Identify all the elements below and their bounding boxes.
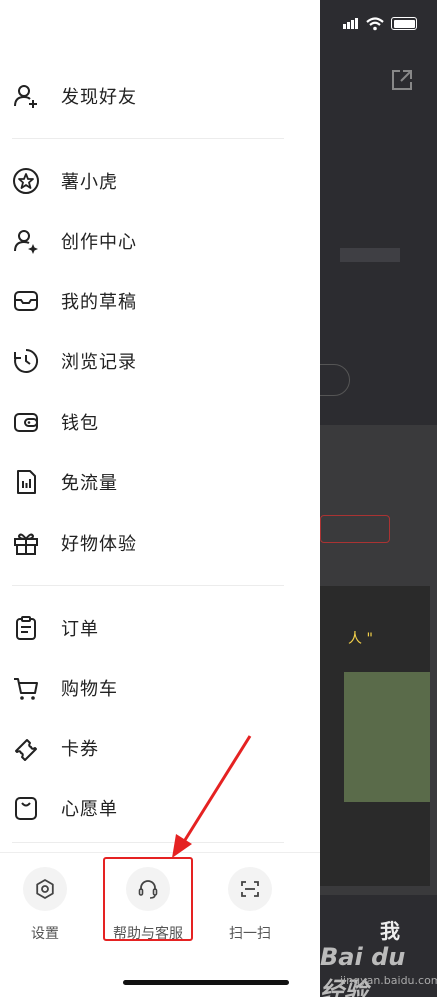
tab-me[interactable]: 我 [380, 915, 400, 944]
cart-icon [12, 674, 40, 702]
photo-image [344, 672, 430, 802]
add-friend-icon [12, 82, 40, 110]
menu-item-browsing-history[interactable]: 浏览记录 [0, 333, 320, 389]
menu-item-product-trial[interactable]: 好物体验 [0, 515, 320, 571]
menu-item-orders[interactable]: 订单 [0, 600, 320, 656]
wallet-icon [12, 408, 40, 436]
watermark-url: jingyan.baidu.com [340, 974, 437, 987]
menu-item-shopping-cart[interactable]: 购物车 [0, 660, 320, 716]
creator-icon [12, 227, 40, 255]
home-indicator [123, 980, 289, 985]
menu-item-shuxiaohu[interactable]: 薯小虎 [0, 153, 320, 209]
star-icon [12, 167, 40, 195]
feed-photo: 人 " [320, 586, 430, 886]
draft-box-icon [12, 287, 40, 315]
watermark-logo: Bai du 经验 [320, 943, 406, 997]
wifi-icon [366, 16, 384, 30]
scan-icon-circle [228, 867, 272, 911]
menu-item-creator-center[interactable]: 创作中心 [0, 213, 320, 269]
menu-item-label: 好物体验 [61, 534, 137, 555]
menu-item-label: 心愿单 [61, 799, 118, 820]
menu-item-my-drafts[interactable]: 我的草稿 [0, 273, 320, 329]
menu-item-discover-friends[interactable]: 发现好友 [0, 68, 320, 124]
menu-item-label: 免流量 [61, 473, 118, 494]
wishlist-bag-icon [12, 794, 40, 822]
blurred-button [320, 515, 390, 543]
signal-icon [343, 14, 359, 33]
annotation-arrow [172, 735, 252, 858]
battery-icon [391, 17, 417, 30]
menu-item-label: 订单 [61, 619, 99, 640]
menu-item-label: 薯小虎 [61, 172, 118, 193]
gear-icon [36, 879, 54, 899]
scan-button[interactable]: 扫一扫 [205, 867, 295, 943]
clipboard-icon [12, 614, 40, 642]
data-free-icon [12, 468, 40, 496]
annotation-highlight-box [103, 857, 193, 941]
divider [12, 138, 284, 139]
scan-icon [241, 881, 259, 897]
divider [12, 585, 284, 586]
photo-caption: 人 " [348, 631, 373, 647]
menu-item-label: 卡券 [61, 739, 99, 760]
gift-icon [12, 529, 40, 557]
history-clock-icon [12, 347, 40, 375]
menu-item-data-free[interactable]: 免流量 [0, 454, 320, 510]
menu-item-label: 创作中心 [61, 232, 137, 253]
menu-item-label: 购物车 [61, 679, 118, 700]
menu-item-label: 钱包 [61, 413, 99, 434]
scan-label: 扫一扫 [229, 926, 271, 942]
settings-label: 设置 [31, 926, 59, 942]
share-icon[interactable] [390, 68, 414, 92]
coupon-icon [12, 734, 40, 762]
menu-item-wallet[interactable]: 钱包 [0, 394, 320, 450]
menu-item-label: 我的草稿 [61, 292, 137, 313]
status-bar [343, 14, 417, 33]
settings-button[interactable]: 设置 [0, 867, 90, 943]
blurred-text [340, 248, 400, 262]
menu-item-label: 浏览记录 [61, 352, 137, 373]
settings-icon-circle [23, 867, 67, 911]
menu-item-label: 发现好友 [61, 87, 137, 108]
